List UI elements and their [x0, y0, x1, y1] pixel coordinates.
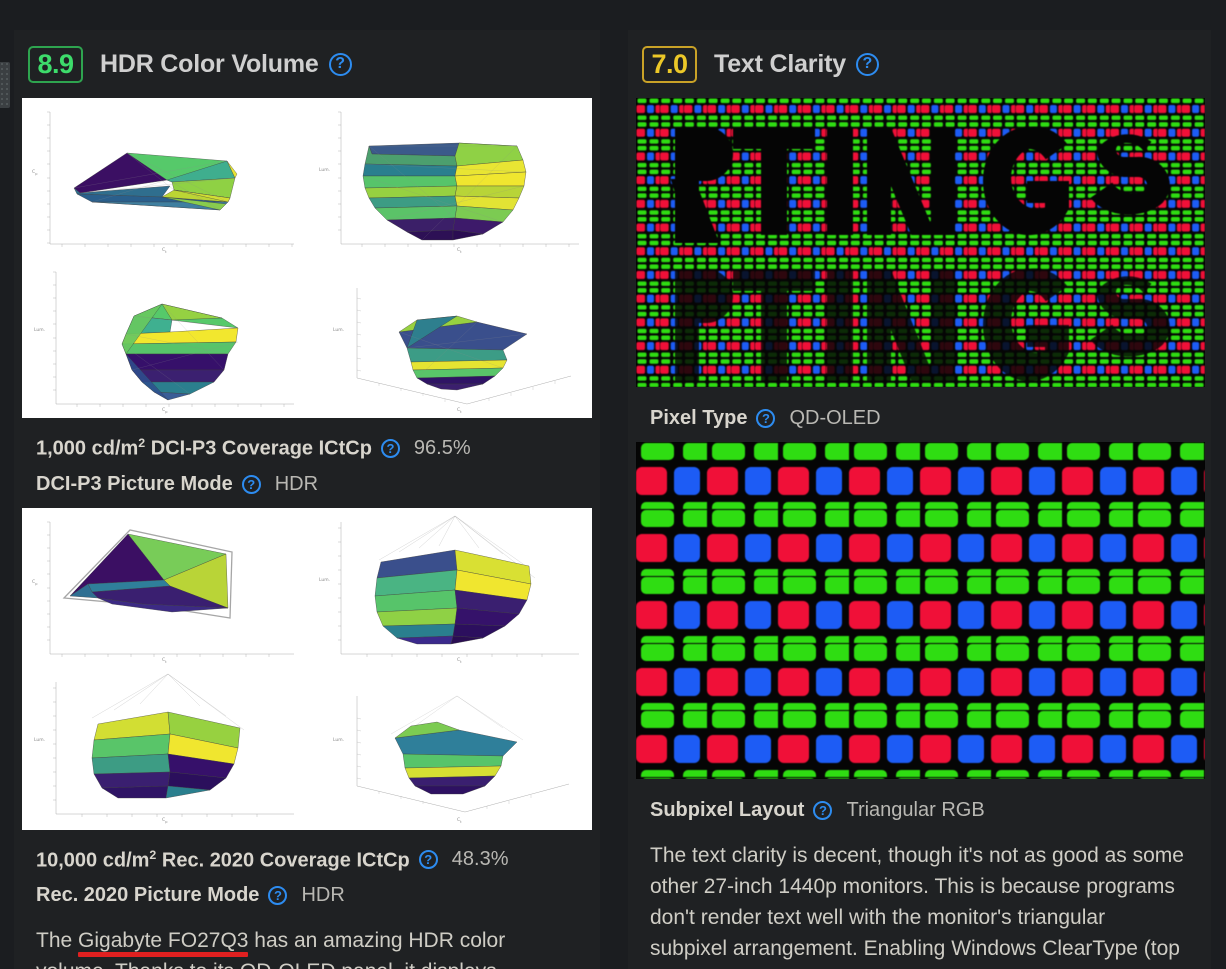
measurement-row: 10,000 cd/m2 Rec. 2020 Coverage ICtCp ? … [36, 842, 600, 879]
question-circle-icon[interactable]: ? [241, 474, 261, 494]
rec2020-color-volume-chart: Cp Ct Lum. Ct Lum. Cp Lum. Ct [22, 507, 592, 830]
question-circle-icon[interactable]: ? [418, 850, 438, 870]
measurement-row: Pixel Type ? QD-OLED [650, 401, 1211, 436]
text-clarity-card: 7.0 Text Clarity ? Pixel Type ? QD-OLED … [628, 30, 1211, 969]
axes-and-volume [47, 111, 294, 247]
measurement-row: 1,000 cd/m2 DCI-P3 Coverage ICtCp ? 96.5… [36, 430, 600, 467]
text-clarity-score-badge: 7.0 [642, 45, 697, 83]
measurement-value: HDR [301, 884, 345, 907]
dci-p3-view-bottom-left: Lum. Cp [22, 258, 307, 418]
dci-p3-color-volume-chart: Cp Ct Lum. Ct Lum. Cp Lum. Ct [22, 98, 592, 418]
axes-and-volume [338, 515, 579, 657]
subpixel-macro-render [636, 98, 1205, 387]
description-text-post: has an amazing HDR color [248, 929, 506, 953]
product-name-highlight: Gigabyte FO27Q3 [78, 929, 249, 953]
hdr-color-volume-title: HDR Color Volume [100, 49, 319, 78]
measurement-value: HDR [274, 472, 319, 495]
question-circle-icon[interactable]: ? [328, 52, 352, 76]
subpixel-layout-measurement: Subpixel Layout ? Triangular RGB [628, 779, 1211, 834]
hdr-color-volume-card: 8.9 HDR Color Volume ? Cp Ct Lum. Ct Lum… [14, 30, 600, 969]
measurement-row: DCI-P3 Picture Mode ? HDR [36, 467, 600, 502]
subpixel-layout-render [636, 442, 1205, 779]
axes-and-volume [53, 673, 294, 817]
question-circle-icon[interactable]: ? [813, 801, 833, 820]
question-circle-icon[interactable]: ? [756, 409, 776, 428]
measurement-value: 48.3% [451, 848, 509, 871]
measurement-label: Subpixel Layout [650, 799, 805, 821]
rec2020-view-bottom-right: Lum. Ct [307, 668, 592, 828]
measurement-label: DCI-P3 Picture Mode [36, 472, 233, 495]
axes-and-volume [338, 111, 579, 247]
page-root: 8.9 HDR Color Volume ? Cp Ct Lum. Ct Lum… [0, 0, 1226, 969]
measurement-row: Rec. 2020 Picture Mode ? HDR [36, 878, 600, 913]
description-text-pre: The [36, 929, 79, 953]
dci-p3-measurements: 1,000 cd/m2 DCI-P3 Coverage ICtCp ? 96.5… [14, 418, 600, 508]
left-edge-drag-handle[interactable] [0, 62, 10, 108]
axes-and-volume [356, 695, 570, 812]
question-circle-icon[interactable]: ? [855, 52, 879, 76]
description-line-2: volume. Thanks to its QD-OLED panel, it … [36, 960, 497, 969]
hdr-color-volume-description: The Gigabyte FO27Q3 has an amazing HDR c… [14, 919, 600, 969]
measurement-label: Rec. 2020 Picture Mode [36, 884, 260, 907]
dci-p3-view-top-left: Cp Ct [22, 98, 307, 258]
question-circle-icon[interactable]: ? [268, 886, 288, 906]
cleartype-subpixel-photo[interactable] [636, 98, 1205, 387]
rec2020-view-top-right: Lum. Ct [307, 508, 592, 668]
measurement-value: 96.5% [413, 436, 471, 459]
text-clarity-title: Text Clarity [714, 49, 846, 78]
measurement-value: QD-OLED [789, 407, 881, 429]
dci-p3-view-bottom-right: Lum. Ct [307, 258, 592, 418]
axes-and-volume [356, 288, 572, 405]
axes-and-volume [53, 271, 294, 407]
rec2020-measurements: 10,000 cd/m2 Rec. 2020 Coverage ICtCp ? … [14, 830, 600, 920]
text-clarity-header: 7.0 Text Clarity ? [628, 30, 1211, 98]
measurement-value: Triangular RGB [846, 799, 985, 821]
rec2020-view-bottom-left: Lum. Cp [22, 668, 307, 828]
hdr-color-volume-score-badge: 8.9 [28, 45, 83, 83]
rec2020-view-top-left: Cp Ct [22, 508, 307, 668]
hdr-color-volume-header: 8.9 HDR Color Volume ? [14, 30, 600, 98]
axes-and-volume [47, 521, 294, 657]
pixel-type-measurement: Pixel Type ? QD-OLED [628, 387, 1211, 442]
measurement-label: 1,000 cd/m2 DCI-P3 Coverage ICtCp [36, 436, 372, 460]
measurement-label: 10,000 cd/m2 Rec. 2020 Coverage ICtCp [36, 847, 410, 872]
measurement-row: Subpixel Layout ? Triangular RGB [650, 793, 1211, 828]
subpixel-layout-photo[interactable] [636, 442, 1205, 779]
dci-p3-view-top-right: Lum. Ct [307, 98, 592, 258]
measurement-label: Pixel Type [650, 407, 748, 429]
text-clarity-description: The text clarity is decent, though it's … [650, 844, 1184, 969]
question-circle-icon[interactable]: ? [380, 438, 400, 458]
